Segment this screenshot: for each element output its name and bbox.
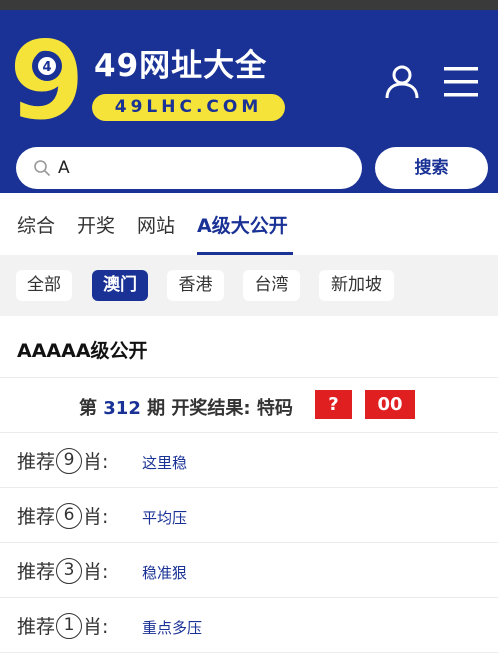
recommend-value[interactable]: 稳准狠: [142, 562, 187, 583]
recommend-row[interactable]: 推荐 1 肖: 重点多压: [0, 598, 498, 653]
recommend-label: 推荐 1 肖:: [17, 612, 108, 639]
recommend-label: 推荐 3 肖:: [17, 557, 108, 584]
top-strip: [0, 0, 498, 10]
region-hongkong[interactable]: 香港: [167, 270, 224, 301]
region-singapore[interactable]: 新加坡: [319, 270, 394, 301]
issue-row: 第 312 期 开奖结果: 特码 ? 00: [0, 378, 498, 432]
tab-sites[interactable]: 网站: [137, 211, 175, 238]
logo[interactable]: 9 4: [14, 32, 80, 124]
brand-title: 49网址大全: [94, 48, 268, 84]
search-button[interactable]: 搜索: [375, 147, 488, 189]
recommend-row[interactable]: 推荐 9 肖: 这里稳: [0, 433, 498, 488]
recommend-count: 1: [56, 612, 83, 639]
recommend-suffix: 肖:: [83, 561, 109, 583]
region-filter: 全部 澳门 香港 台湾 新加坡: [0, 255, 498, 316]
result-badge-unknown: ?: [315, 390, 352, 419]
issue-pre: 第: [79, 398, 97, 419]
issue-number: 312: [103, 398, 141, 419]
region-macau[interactable]: 澳门: [92, 270, 148, 301]
logo-ball-number: 4: [42, 60, 51, 75]
region-all[interactable]: 全部: [16, 270, 72, 301]
search-box: [16, 147, 362, 189]
panel-title: AAAAA级公开: [17, 340, 148, 362]
recommend-suffix: 肖:: [83, 616, 109, 638]
issue-text: 第 312 期 开奖结果: 特码: [79, 394, 293, 420]
recommend-value[interactable]: 这里稳: [142, 452, 187, 473]
tab-general[interactable]: 综合: [17, 211, 55, 238]
recommend-value[interactable]: 平均压: [142, 507, 187, 528]
recommend-count: 9: [56, 447, 83, 474]
recommend-count: 3: [56, 557, 83, 584]
recommend-row[interactable]: 推荐 6 肖: 平均压: [0, 488, 498, 543]
recommend-suffix: 肖:: [83, 451, 109, 473]
issue-post: 期 开奖结果: 特码: [147, 398, 293, 419]
recommend-count: 6: [56, 502, 83, 529]
menu-icon[interactable]: [443, 65, 479, 99]
result-badge-number: 00: [365, 390, 415, 419]
category-tabs: 综合 开奖 网站 A级大公开: [0, 193, 498, 255]
search-icon: [34, 160, 51, 177]
recommend-label: 推荐 6 肖:: [17, 502, 108, 529]
recommend-suffix: 肖:: [83, 506, 109, 528]
recommend-prefix: 推荐: [17, 451, 56, 473]
tab-a-level[interactable]: A级大公开: [197, 211, 288, 238]
recommend-value[interactable]: 重点多压: [142, 617, 202, 638]
recommend-prefix: 推荐: [17, 616, 56, 638]
recommend-row[interactable]: 推荐 3 肖: 稳准狠: [0, 543, 498, 598]
user-icon[interactable]: [384, 64, 420, 100]
recommend-prefix: 推荐: [17, 561, 56, 583]
tab-lottery[interactable]: 开奖: [77, 211, 115, 238]
recommend-label: 推荐 9 肖:: [17, 447, 108, 474]
region-taiwan[interactable]: 台湾: [243, 270, 300, 301]
content-panel: AAAAA级公开 第 312 期 开奖结果: 特码 ? 00 推荐 9 肖: 这…: [0, 316, 498, 657]
brand-domain: 49LHC.COM: [92, 94, 285, 121]
divider: [0, 652, 498, 653]
search-input[interactable]: [58, 147, 348, 189]
recommend-prefix: 推荐: [17, 506, 56, 528]
site-header: 9 4 49网址大全 49LHC.COM 搜索: [0, 10, 498, 193]
